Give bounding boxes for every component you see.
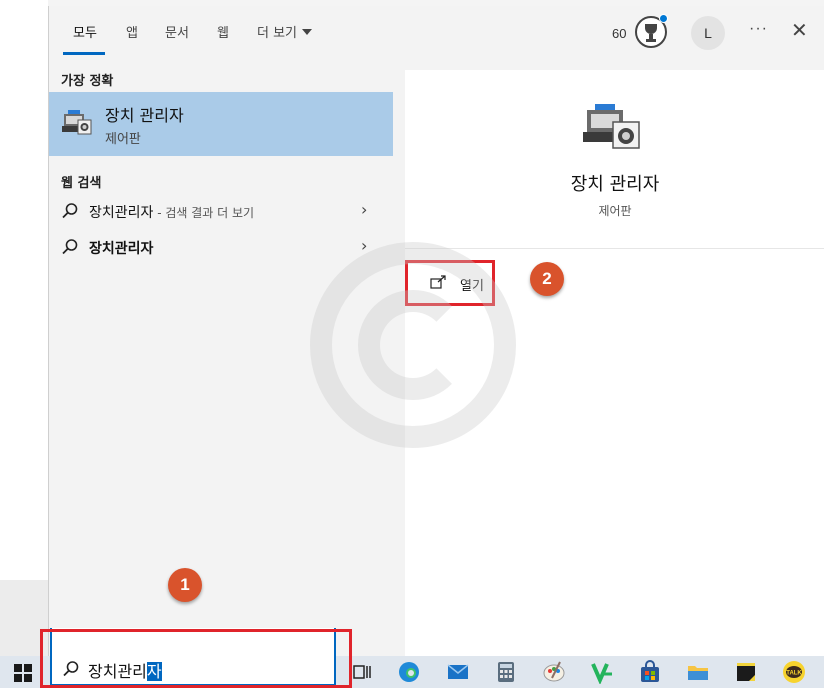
best-match-result[interactable]: 장치 관리자 제어판 xyxy=(49,92,393,156)
best-match-title: 장치 관리자 xyxy=(105,106,184,125)
step-badge-2: 2 xyxy=(530,262,564,296)
svg-text:TALK: TALK xyxy=(786,671,802,677)
search-tabs: 모두 앱 문서 웹 더 보기 60 L ··· ✕ xyxy=(49,6,824,62)
tab-all[interactable]: 모두 xyxy=(73,22,97,41)
account-avatar[interactable]: L xyxy=(691,16,725,50)
open-external-icon xyxy=(430,275,446,289)
device-manager-icon xyxy=(583,104,640,149)
kakaotalk-icon[interactable]: TALK xyxy=(782,660,806,684)
search-icon xyxy=(62,203,78,219)
taskbar-search-input[interactable]: 장치관리자 xyxy=(50,628,336,686)
desktop-background-lower xyxy=(0,580,48,656)
chevron-right-icon[interactable]: › xyxy=(361,200,367,219)
step-badge-1: 1 xyxy=(168,568,202,602)
search-icon xyxy=(62,239,78,255)
tab-more[interactable]: 더 보기 xyxy=(257,22,313,41)
open-label: 열기 xyxy=(460,279,484,294)
preview-pane: 장치 관리자 제어판 열기 xyxy=(405,70,824,656)
divider xyxy=(405,248,824,249)
more-options-icon[interactable]: ··· xyxy=(749,20,768,38)
caret-down-icon xyxy=(302,29,313,35)
chevron-right-icon[interactable]: › xyxy=(361,236,367,255)
app-v-icon[interactable] xyxy=(590,660,614,684)
store-icon[interactable] xyxy=(638,660,662,684)
paint-icon[interactable] xyxy=(542,660,566,684)
tab-more-label: 더 보기 xyxy=(257,26,298,41)
best-match-subtitle: 제어판 xyxy=(105,132,141,147)
close-icon[interactable]: ✕ xyxy=(791,18,808,42)
preview-subtitle: 제어판 xyxy=(598,204,632,218)
web-result-text: 장치관리자 - 검색 결과 더 보기 xyxy=(89,202,254,222)
windows-start-icon[interactable] xyxy=(14,664,32,682)
results-list: 가장 정확 장치 관리자 제어판 웹 검색 장치관리자 - 검색 결과 더 보기… xyxy=(49,62,393,656)
search-icon xyxy=(63,661,79,677)
tab-apps[interactable]: 앱 xyxy=(126,22,138,41)
best-match-heading: 가장 정확 xyxy=(61,74,114,89)
search-query: 장치관리자 xyxy=(88,658,162,682)
open-button[interactable]: 열기 xyxy=(405,260,495,306)
active-tab-indicator xyxy=(63,52,105,55)
sticky-notes-icon[interactable] xyxy=(734,660,758,684)
preview-title: 장치 관리자 xyxy=(570,174,660,195)
desktop-background xyxy=(0,0,48,656)
search-selected-text: 자 xyxy=(146,662,162,681)
search-window: 모두 앱 문서 웹 더 보기 60 L ··· ✕ 가장 정확 장치 관리자 제… xyxy=(48,6,824,656)
device-manager-icon xyxy=(62,110,92,135)
rewards-trophy-icon[interactable] xyxy=(635,14,668,48)
tab-web[interactable]: 웹 xyxy=(217,22,229,41)
calculator-icon[interactable] xyxy=(494,660,518,684)
rewards-points: 60 xyxy=(612,26,627,41)
search-typed-text: 장치관리 xyxy=(88,662,147,681)
web-result-query: 장치관리자 xyxy=(89,241,154,257)
task-view-icon[interactable] xyxy=(350,660,374,684)
web-result-row[interactable]: 장치관리자 - 검색 결과 더 보기 › xyxy=(49,194,393,228)
edge-icon[interactable] xyxy=(397,660,421,684)
tab-documents[interactable]: 문서 xyxy=(165,22,189,41)
file-explorer-icon[interactable] xyxy=(686,660,710,684)
mail-icon[interactable] xyxy=(446,660,470,684)
web-result-query: 장치관리자 xyxy=(89,205,154,221)
notification-dot xyxy=(659,14,668,23)
web-result-hint: - 검색 결과 더 보기 xyxy=(153,206,255,220)
web-search-heading: 웹 검색 xyxy=(61,176,102,191)
web-result-row[interactable]: 장치관리자 › xyxy=(49,230,393,264)
